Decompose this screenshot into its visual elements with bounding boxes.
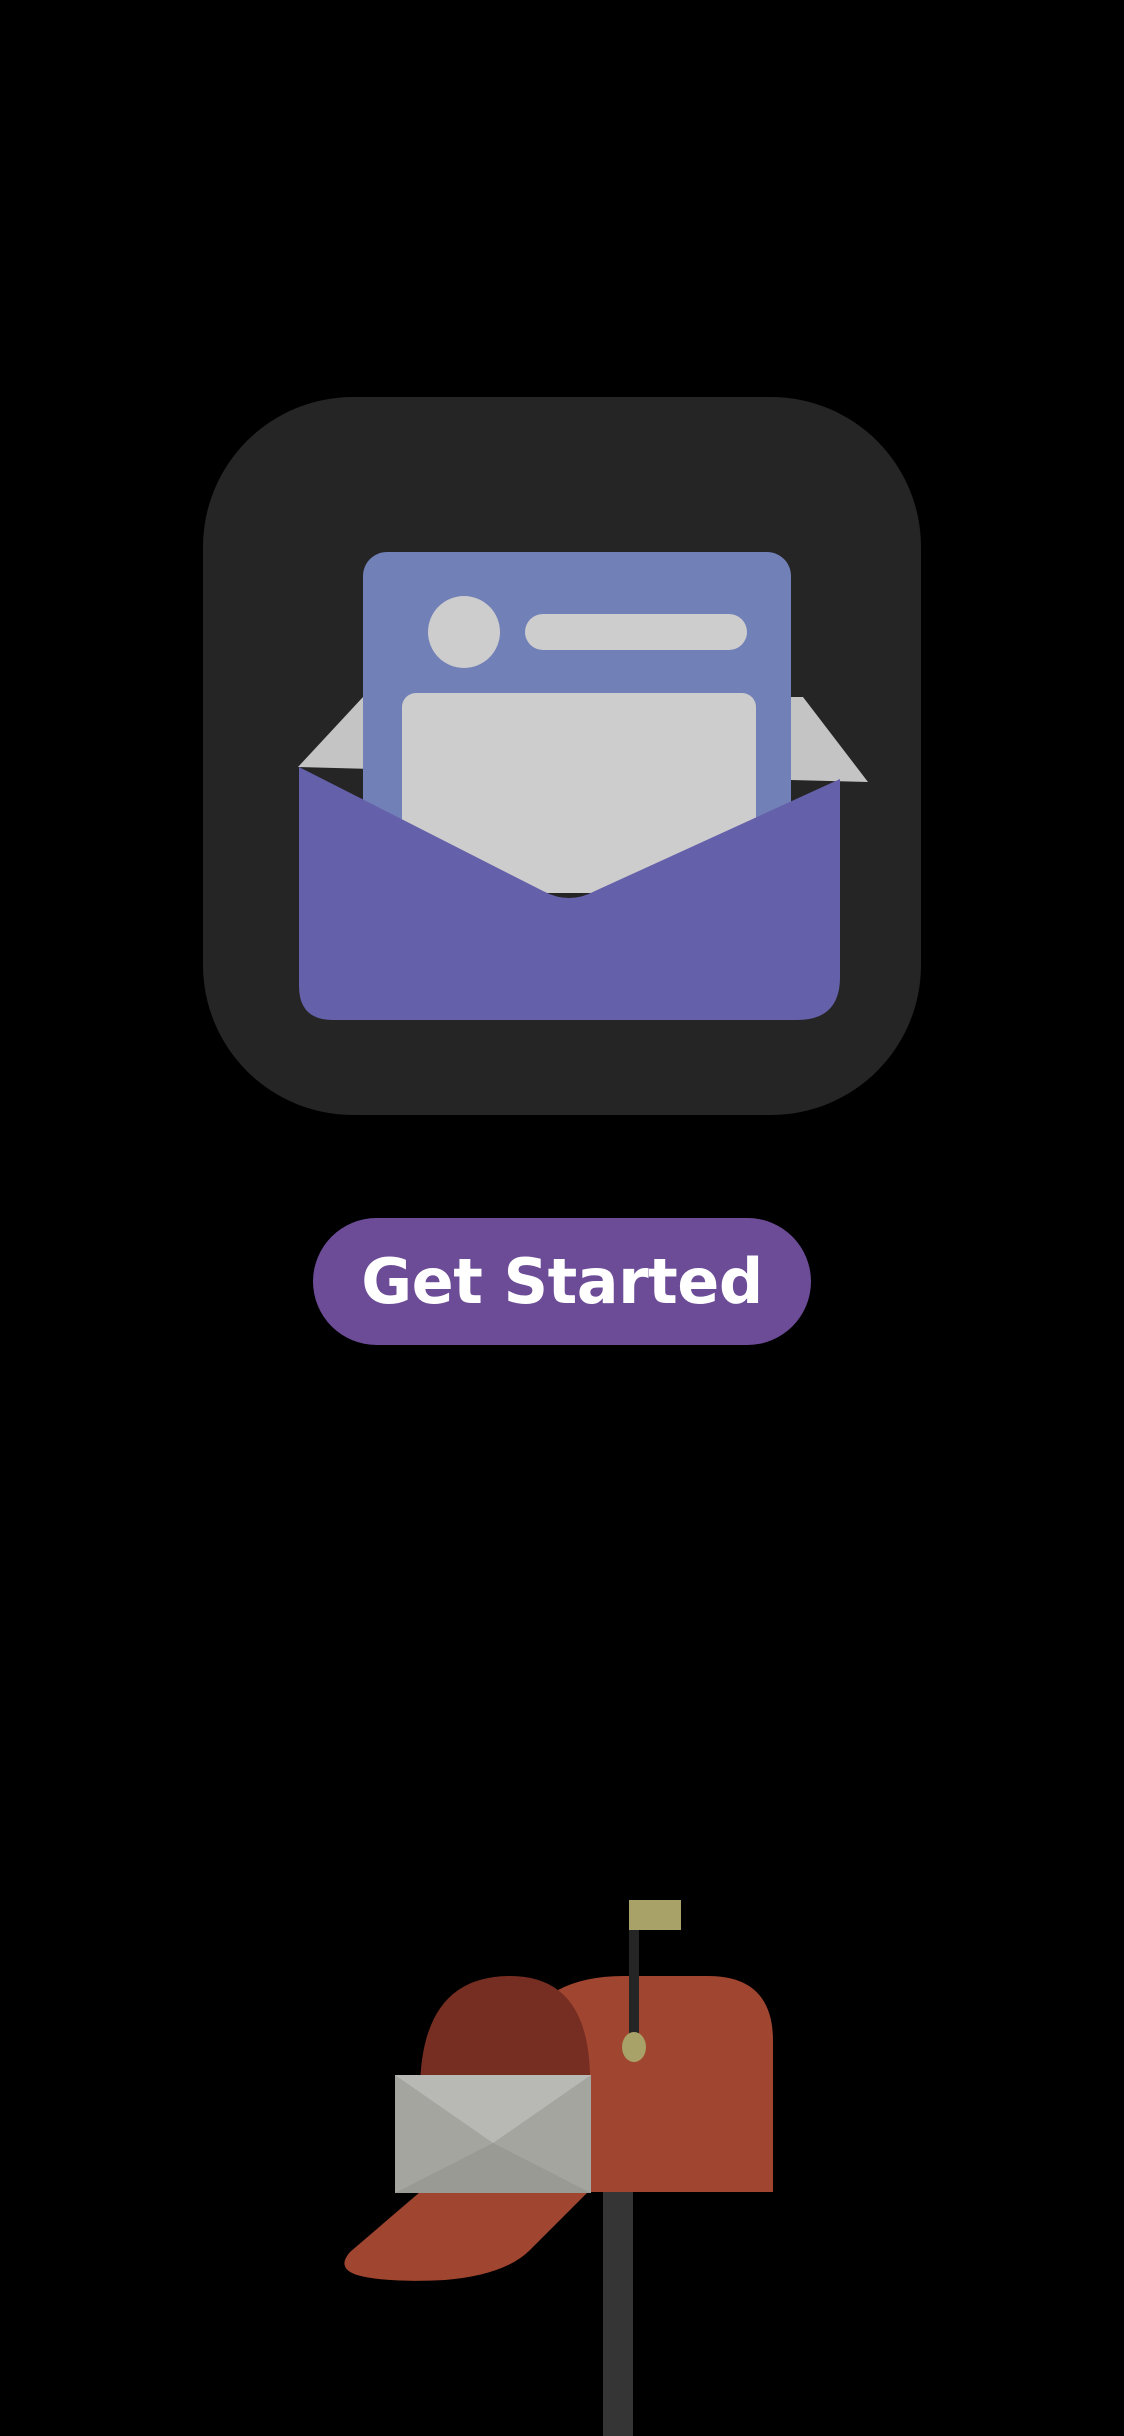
mailbox-icon [344,1900,773,2436]
mailbox-illustration [340,1890,800,2436]
get-started-button[interactable]: Get Started [313,1218,811,1345]
open-envelope-icon [298,552,868,1020]
app-icon [203,397,921,1115]
